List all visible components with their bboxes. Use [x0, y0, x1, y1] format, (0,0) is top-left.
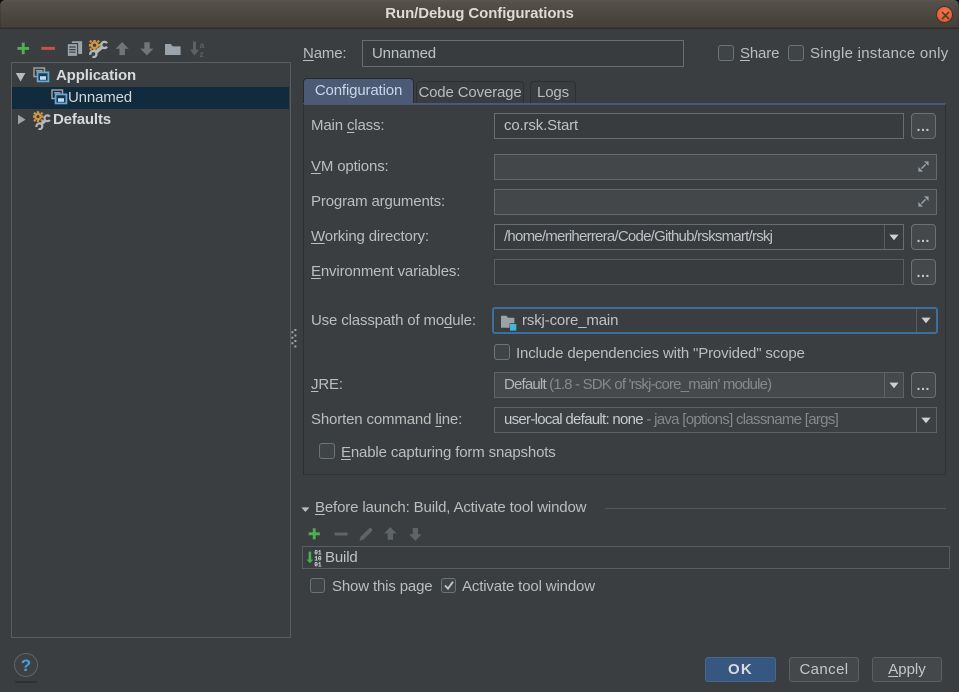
svg-text:z: z	[200, 49, 204, 58]
svg-text:01: 01	[314, 562, 322, 568]
